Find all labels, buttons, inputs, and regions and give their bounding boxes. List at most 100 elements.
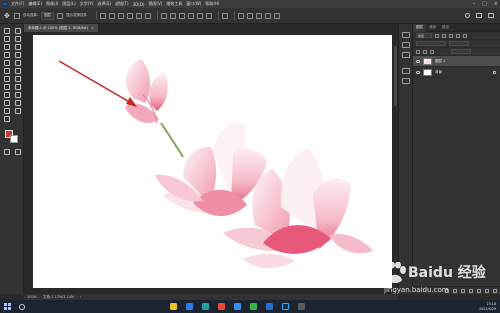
align-left-icon[interactable] — [100, 12, 107, 19]
menu-layer[interactable]: 图层(L) — [62, 1, 75, 7]
crop-tool-icon[interactable] — [13, 43, 21, 50]
auto-select-target-dropdown[interactable]: 图层 — [41, 11, 55, 20]
quick-mask-icon[interactable] — [2, 148, 10, 155]
filter-shape-icon[interactable] — [456, 33, 460, 38]
gradient-tool-icon[interactable] — [13, 75, 21, 82]
app-icon[interactable] — [234, 303, 241, 310]
system-tray-clock[interactable]: 23:10 2022/4/29 — [479, 301, 496, 312]
adjustments-panel-icon[interactable] — [402, 52, 410, 58]
clone-stamp-tool-icon[interactable] — [2, 67, 10, 74]
filter-type-icon[interactable] — [449, 33, 453, 38]
3d-orbit-icon[interactable] — [238, 12, 245, 19]
quick-select-tool-icon[interactable] — [2, 43, 10, 50]
lock-all-icon[interactable] — [430, 49, 434, 54]
align-top-icon[interactable] — [127, 12, 134, 19]
edge-browser-icon[interactable] — [202, 303, 209, 310]
align-right-icon[interactable] — [118, 12, 125, 19]
app-icon[interactable] — [298, 303, 305, 310]
artboard-tool-icon[interactable] — [13, 27, 21, 34]
move-tool-icon[interactable]: ✥ — [4, 12, 10, 20]
healing-brush-tool-icon[interactable] — [2, 59, 10, 66]
store-icon[interactable] — [186, 303, 193, 310]
move-tool-icon[interactable] — [2, 27, 10, 34]
fill-field[interactable] — [451, 49, 471, 54]
character-panel-icon[interactable] — [402, 68, 410, 74]
share-icon[interactable] — [488, 13, 494, 18]
type-tool-icon[interactable] — [13, 91, 21, 98]
distribute-middle-icon[interactable] — [197, 12, 204, 19]
menu-3d[interactable]: 3D(D) — [133, 2, 145, 7]
3d-roll-icon[interactable] — [247, 12, 254, 19]
filter-adjust-icon[interactable] — [442, 33, 446, 38]
align-bottom-icon[interactable] — [145, 12, 152, 19]
blur-tool-icon[interactable] — [2, 83, 10, 90]
frame-tool-icon[interactable] — [2, 51, 10, 58]
lasso-tool-icon[interactable] — [13, 35, 21, 42]
menu-view[interactable]: 视图(V) — [148, 1, 162, 7]
history-brush-tool-icon[interactable] — [13, 67, 21, 74]
screen-mode-icon[interactable] — [13, 148, 21, 155]
dodge-tool-icon[interactable] — [13, 83, 21, 90]
visibility-eye-icon[interactable] — [416, 70, 420, 74]
close-tab-icon[interactable]: × — [91, 26, 94, 30]
document-canvas[interactable] — [33, 35, 392, 288]
3d-scale-icon[interactable] — [274, 12, 281, 19]
app-icon[interactable] — [250, 303, 257, 310]
blend-mode-dropdown[interactable] — [416, 41, 446, 46]
search-icon[interactable] — [19, 303, 25, 310]
distribute-center-icon[interactable] — [170, 12, 177, 19]
search-icon[interactable] — [465, 13, 470, 18]
brush-tool-icon[interactable] — [13, 59, 21, 66]
maximize-icon[interactable]: □ — [482, 1, 487, 7]
visibility-eye-icon[interactable] — [416, 59, 420, 63]
zoom-tool-icon[interactable] — [13, 107, 21, 114]
menu-filter[interactable]: 滤镜(T) — [115, 1, 129, 7]
close-icon[interactable]: × — [494, 1, 498, 7]
workspace-icon[interactable] — [476, 13, 482, 18]
distribute-left-icon[interactable] — [161, 12, 168, 19]
layer-row[interactable]: 背景 — [413, 67, 500, 78]
menu-type[interactable]: 文字(Y) — [80, 1, 94, 7]
app-icon[interactable] — [266, 303, 273, 310]
chevron-right-icon[interactable]: › — [80, 295, 81, 299]
distribute-top-icon[interactable] — [188, 12, 195, 19]
opacity-field[interactable] — [449, 41, 469, 46]
menu-file[interactable]: 文件(F) — [11, 1, 24, 7]
filter-pixel-icon[interactable] — [435, 33, 439, 38]
more-tools-icon[interactable] — [2, 115, 10, 122]
tab-layers[interactable]: 图层 — [413, 23, 426, 32]
eraser-tool-icon[interactable] — [2, 75, 10, 82]
3d-slide-icon[interactable] — [265, 12, 272, 19]
show-transform-checkbox[interactable] — [57, 12, 64, 19]
layer-kind-filter[interactable]: 类型 — [416, 33, 432, 38]
eyedropper-tool-icon[interactable] — [13, 51, 21, 58]
align-center-icon[interactable] — [109, 12, 116, 19]
tab-paths[interactable]: 路径 — [439, 25, 452, 30]
zoom-level[interactable]: 100% — [27, 295, 37, 299]
align-middle-icon[interactable] — [136, 12, 143, 19]
menu-edit[interactable]: 编辑(E) — [28, 1, 42, 7]
menu-help[interactable]: 帮助(H) — [205, 1, 219, 7]
file-explorer-icon[interactable] — [170, 303, 177, 310]
lock-pixels-icon[interactable] — [416, 49, 420, 54]
history-panel-icon[interactable] — [402, 32, 410, 38]
minimize-icon[interactable]: – — [473, 1, 476, 7]
rectangle-tool-icon[interactable] — [13, 99, 21, 106]
distribute-right-icon[interactable] — [179, 12, 186, 19]
properties-panel-icon[interactable] — [402, 42, 410, 48]
windows-start-icon[interactable] — [4, 303, 11, 310]
scrollbar-thumb[interactable] — [394, 46, 397, 106]
pen-tool-icon[interactable] — [2, 91, 10, 98]
marquee-tool-icon[interactable] — [2, 35, 10, 42]
menu-image[interactable]: 图像(I) — [46, 1, 58, 7]
layer-row[interactable]: 图层 1 — [413, 56, 500, 67]
3d-pan-icon[interactable] — [256, 12, 263, 19]
hand-tool-icon[interactable] — [2, 107, 10, 114]
app-icon[interactable] — [218, 303, 225, 310]
distribute-bottom-icon[interactable] — [206, 12, 213, 19]
lock-position-icon[interactable] — [423, 49, 427, 54]
menu-select[interactable]: 选择(S) — [97, 1, 111, 7]
tab-document[interactable]: 未标题-1 @ 100% (图层 1, RGB/8#) × — [24, 24, 98, 32]
menu-plugins[interactable]: 增效工具 — [166, 1, 182, 7]
auto-select-checkbox[interactable] — [13, 12, 20, 19]
